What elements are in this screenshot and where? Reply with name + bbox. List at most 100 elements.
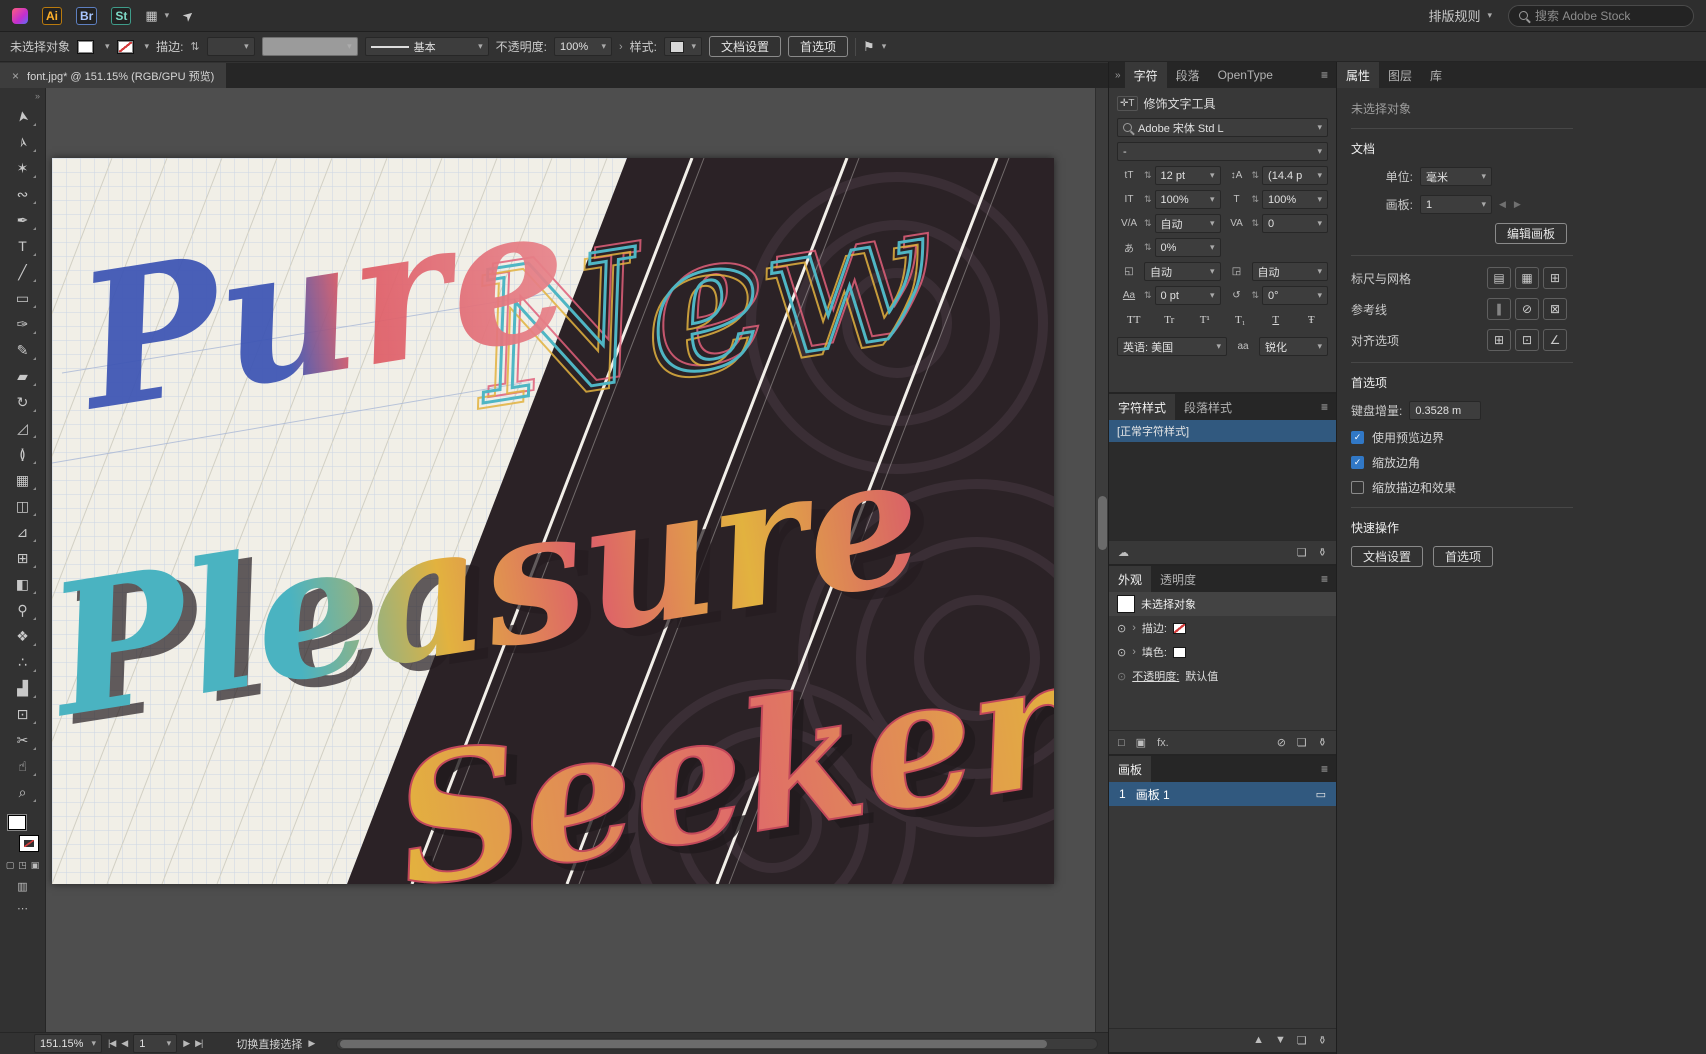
rectangle-tool[interactable]: ▭ <box>8 285 38 311</box>
all-caps-toggle[interactable]: TT <box>1117 310 1151 330</box>
delete-item-icon[interactable]: ⚱ <box>1318 736 1327 749</box>
visibility-eye-icon[interactable]: ⊙ <box>1117 670 1126 683</box>
paintbrush-tool[interactable]: ✑ <box>8 311 38 337</box>
move-up-icon[interactable]: ▲ <box>1253 1034 1264 1047</box>
stroke-weight-stepper[interactable]: ⇅ <box>190 40 199 53</box>
panel-menu-icon[interactable]: ≡ <box>1313 62 1336 88</box>
horizontal-scale-select[interactable]: 100%▾ <box>1262 190 1328 209</box>
workspace-switcher[interactable]: 排版规则▾ <box>1428 6 1492 25</box>
brush-definition-select[interactable]: ▾ <box>262 37 358 56</box>
tab-paragraph[interactable]: 段落 <box>1167 62 1209 88</box>
guides-show-icon[interactable]: ∥ <box>1487 298 1511 320</box>
preferences-quick-button[interactable]: 首选项 <box>1433 546 1493 567</box>
artboard[interactable]: New New New Pure Pleasure Pleasure Seeke… <box>52 158 1054 884</box>
document-setup-quick-button[interactable]: 文档设置 <box>1351 546 1423 567</box>
tab-libraries[interactable]: 库 <box>1421 62 1451 88</box>
delete-artboard-icon[interactable]: ⚱ <box>1318 1034 1327 1047</box>
stroke-swatch[interactable] <box>20 836 38 851</box>
magic-wand-tool[interactable]: ✶ <box>8 155 38 181</box>
tab-properties[interactable]: 属性 <box>1337 62 1379 88</box>
close-icon[interactable]: × <box>12 69 19 83</box>
graphic-style-select[interactable]: ▾ <box>664 37 702 56</box>
tab-character-styles[interactable]: 字符样式 <box>1109 394 1175 420</box>
panel-menu-icon[interactable]: ≡ <box>1313 566 1336 592</box>
font-style-select[interactable]: - ▾ <box>1117 142 1328 161</box>
opacity-panel-arrow-icon[interactable]: › <box>619 41 623 53</box>
tracking-select[interactable]: 0▾ <box>1262 214 1328 233</box>
next-artboard-button[interactable]: ▶ <box>183 1038 189 1049</box>
stepper-icon[interactable]: ⇅ <box>1252 290 1260 301</box>
direct-selection-tool[interactable]: ➢ <box>8 129 38 155</box>
mesh-tool[interactable]: ⊞ <box>8 545 38 571</box>
column-graph-tool[interactable]: ▟ <box>8 675 38 701</box>
vertical-scrollbar-thumb[interactable] <box>1098 496 1107 550</box>
stepper-icon[interactable]: ⇅ <box>1144 170 1152 181</box>
artboard-row[interactable]: 1 画板 1 ▭ <box>1109 782 1336 806</box>
illustrator-app-icon[interactable]: Ai <box>42 7 62 25</box>
character-rotation-select[interactable]: 0°▾ <box>1262 286 1328 305</box>
artboard-select[interactable]: 1▾ <box>1420 195 1492 214</box>
expand-toolbar-icon[interactable]: » <box>35 91 40 101</box>
tab-opentype[interactable]: OpenType <box>1209 62 1282 88</box>
stepper-icon[interactable]: ⇅ <box>1144 242 1152 253</box>
aki-right-select[interactable]: 自动▾ <box>1252 262 1329 281</box>
kerning-select[interactable]: 自动▾ <box>1155 214 1221 233</box>
leading-select[interactable]: (14.4 p▾ <box>1262 166 1328 185</box>
transparency-grid-icon[interactable]: ⊞ <box>1543 267 1567 289</box>
new-fill-icon[interactable]: ▣ <box>1136 736 1146 749</box>
font-family-select[interactable]: Adobe 宋体 Std L ▾ <box>1117 118 1328 137</box>
appearance-opacity-row[interactable]: ⊙ 不透明度: 默认值 <box>1109 664 1336 688</box>
checkbox-checked-icon[interactable]: ✓ <box>1351 456 1364 469</box>
selection-tool[interactable]: ➤ <box>8 103 38 129</box>
shape-builder-tool[interactable]: ◫ <box>8 493 38 519</box>
snap-point-icon[interactable]: ∠ <box>1543 329 1567 351</box>
duplicate-item-icon[interactable]: ❏ <box>1297 736 1307 749</box>
zoom-tool[interactable]: ⌕ <box>8 779 38 805</box>
tab-paragraph-styles[interactable]: 段落样式 <box>1175 394 1241 420</box>
fill-stroke-controls[interactable] <box>7 815 39 851</box>
appearance-fill-row[interactable]: ⊙ › 填色: <box>1109 640 1336 664</box>
stepper-icon[interactable]: ⇅ <box>1144 194 1152 205</box>
chevron-down-icon[interactable]: ▾ <box>105 41 110 52</box>
horizontal-scrollbar[interactable] <box>336 1038 1098 1050</box>
language-select[interactable]: 英语: 美国▾ <box>1117 337 1227 356</box>
cloud-sync-icon[interactable]: ☁ <box>1118 546 1129 559</box>
opacity-select[interactable]: 100%▾ <box>554 37 612 56</box>
eyedropper-tool[interactable]: ⚲ <box>8 597 38 623</box>
chevron-right-icon[interactable]: › <box>1132 622 1136 634</box>
tab-transparency[interactable]: 透明度 <box>1151 566 1205 592</box>
vertical-scrollbar[interactable] <box>1095 88 1108 1032</box>
free-transform-tool[interactable]: ▦ <box>8 467 38 493</box>
clear-appearance-icon[interactable]: ⊘ <box>1277 736 1286 749</box>
draw-inside-icon[interactable]: ▣ <box>31 860 40 871</box>
add-effect-icon[interactable]: fx. <box>1157 737 1169 749</box>
strikethrough-toggle[interactable]: Ŧ <box>1295 310 1329 330</box>
stepper-icon[interactable]: ⇅ <box>1252 170 1260 181</box>
stock-search-box[interactable] <box>1508 5 1694 27</box>
stroke-none-swatch[interactable] <box>1173 623 1186 634</box>
document-tab[interactable]: × font.jpg* @ 151.15% (RGB/GPU 预览) <box>0 63 226 88</box>
superscript-toggle[interactable]: T¹ <box>1188 310 1222 330</box>
small-caps-toggle[interactable]: Tr <box>1153 310 1187 330</box>
opacity-label[interactable]: 不透明度: <box>496 38 547 55</box>
artboard-icon[interactable]: ▭ <box>1316 788 1326 801</box>
stepper-icon[interactable]: ⇅ <box>1252 194 1260 205</box>
chevron-right-icon[interactable]: › <box>1132 646 1136 658</box>
bridge-app-icon[interactable]: Br <box>76 7 97 25</box>
draw-behind-icon[interactable]: ◳ <box>18 860 27 871</box>
previous-artboard-icon[interactable]: ◀ <box>1499 199 1506 210</box>
lasso-tool[interactable]: ∾ <box>8 181 38 207</box>
baseline-shift-select[interactable]: 0 pt▾ <box>1155 286 1221 305</box>
guides-lock-icon[interactable]: ⊘ <box>1515 298 1539 320</box>
zoom-level-select[interactable]: 151.15%▾ <box>34 1034 102 1053</box>
stroke-color-swatch[interactable] <box>117 40 134 54</box>
screen-mode-icon[interactable]: ▥ <box>17 880 27 893</box>
stepper-icon[interactable]: ⇅ <box>1144 290 1152 301</box>
new-stroke-icon[interactable]: □ <box>1118 737 1125 749</box>
guides-clear-icon[interactable]: ⊠ <box>1543 298 1567 320</box>
slice-tool[interactable]: ✂ <box>8 727 38 753</box>
panel-menu-icon[interactable]: ≡ <box>1313 756 1336 782</box>
horizontal-scrollbar-thumb[interactable] <box>340 1040 1047 1048</box>
search-input[interactable] <box>1535 9 1669 23</box>
grid-icon[interactable]: ▦ <box>1515 267 1539 289</box>
